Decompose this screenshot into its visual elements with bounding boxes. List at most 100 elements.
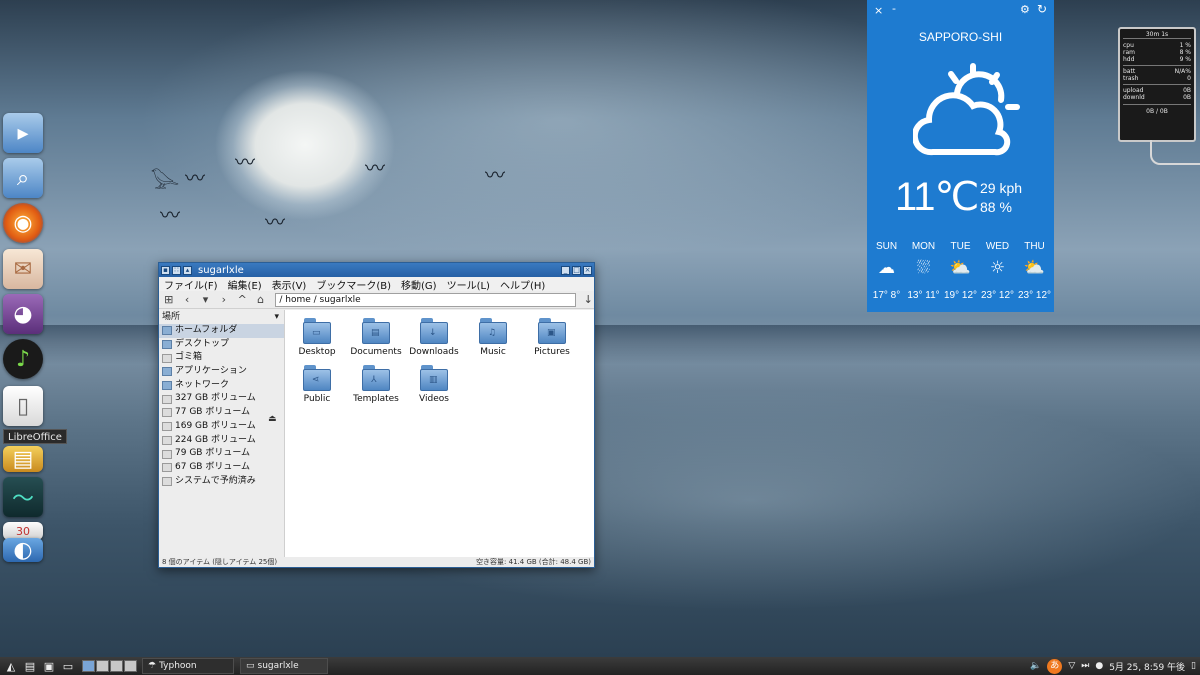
window-shade-icon[interactable]: ▴	[183, 265, 192, 275]
firefox-dock-icon[interactable]: ◉	[3, 203, 43, 243]
sidebar-item-trash[interactable]: ゴミ箱	[159, 351, 284, 365]
office-apps-dock-icon[interactable]: ▤	[3, 446, 43, 472]
drive-icon	[162, 476, 172, 486]
files-dock-icon[interactable]: ▸	[3, 113, 43, 153]
folder-music-icon: ♫	[479, 318, 507, 344]
sidebar-item-volume[interactable]: 77 GB ボリューム	[159, 406, 284, 420]
window-list-icon[interactable]: ▯	[1191, 661, 1196, 671]
mail-dock-icon[interactable]: ✉	[3, 249, 43, 289]
uptime: 30m 1s	[1123, 31, 1191, 39]
file-view: ▭ Desktop ▤ Documents ↓ Downloads ♫ Musi…	[285, 310, 594, 557]
installer-dock-icon[interactable]: ◐	[3, 538, 43, 563]
status-free-space: 空き容量: 41.4 GB (合計: 48.4 GB)	[476, 558, 591, 566]
sidebar-header[interactable]: 場所 ▾	[159, 310, 284, 324]
sidebar-item-volume[interactable]: 224 GB ボリューム	[159, 434, 284, 448]
menu-file[interactable]: ファイル(F)	[164, 277, 218, 292]
music-player-dock-icon[interactable]: ♪	[3, 339, 43, 379]
desktop-pager-3[interactable]	[110, 660, 123, 672]
close-icon[interactable]: ×	[583, 265, 592, 275]
menu-go[interactable]: 移動(G)	[401, 277, 437, 292]
home-icon[interactable]: ⌂	[255, 293, 266, 306]
stat-row: ram 8 %	[1123, 49, 1191, 56]
maximize-icon[interactable]: □	[572, 265, 581, 275]
folder-item[interactable]: ↓ Downloads	[406, 318, 462, 357]
folder-item[interactable]: ▭ Desktop	[289, 318, 345, 357]
window-titlebar[interactable]: ▪ ∷ ▴ sugarlxle _ □ ×	[159, 263, 594, 277]
desktop-pager-4[interactable]	[124, 660, 137, 672]
network-total: 0B / 0B	[1123, 104, 1191, 115]
minimize-icon[interactable]: -	[892, 2, 896, 15]
sidebar-item-home[interactable]: ホームフォルダ	[159, 324, 284, 338]
libreoffice-dock-icon[interactable]: ▯	[3, 386, 43, 426]
window-stick-icon[interactable]: ∷	[172, 265, 181, 275]
menu-bookmarks[interactable]: ブックマーク(B)	[316, 277, 391, 292]
file-manager-window: ▪ ∷ ▴ sugarlxle _ □ × ファイル(F) 編集(E) 表示(V…	[158, 262, 595, 568]
new-tab-icon[interactable]: ⊞	[163, 293, 174, 306]
folder-item[interactable]: ♫ Music	[465, 318, 521, 357]
menu-help[interactable]: ヘルプ(H)	[500, 277, 545, 292]
folder-item[interactable]: ⋖ Public	[289, 365, 345, 404]
refresh-icon[interactable]: ↻	[1037, 2, 1047, 16]
back-icon[interactable]: ‹	[181, 293, 192, 306]
system-tray: 🔈 あ ▽ ⏭ ● 5月 25, 8:59 午後 ▯	[1030, 657, 1196, 675]
folder-templates-icon: ⅄	[362, 365, 390, 391]
minimize-icon[interactable]: _	[561, 265, 570, 275]
folder-item[interactable]: ⅄ Templates	[348, 365, 404, 404]
address-bar[interactable]: / home / sugarlxle	[275, 292, 576, 307]
sidebar-item-volume[interactable]: 169 GB ボリューム	[159, 420, 284, 434]
weather-tray-icon[interactable]: ●	[1095, 661, 1103, 671]
drive-icon	[162, 449, 172, 459]
sidebar-item-network[interactable]: ネットワーク	[159, 379, 284, 393]
sidebar-dropdown-icon[interactable]: ▾	[274, 310, 279, 324]
terminal-icon[interactable]: ▣	[41, 659, 57, 673]
folder-item[interactable]: ▥ Videos	[406, 365, 462, 404]
desktop-pager-2[interactable]	[96, 660, 109, 672]
typhoon-icon: ☂	[148, 661, 157, 671]
sidebar-item-volume[interactable]: 67 GB ボリューム	[159, 461, 284, 475]
drive-icon	[162, 394, 172, 404]
taskbar-item-file-manager[interactable]: ▭ sugarlxle	[240, 658, 328, 674]
bird-silhouette: 〰	[235, 150, 255, 174]
window-menu-icon[interactable]: ▪	[161, 265, 170, 275]
input-method-icon[interactable]: あ	[1047, 658, 1063, 674]
sidebar-item-reserved[interactable]: システムで予約済み	[159, 475, 284, 489]
current-temperature: 11℃	[895, 175, 979, 219]
system-monitor-dock-icon[interactable]: 〜	[3, 477, 43, 517]
menu-view[interactable]: 表示(V)	[272, 277, 307, 292]
network-icon[interactable]: ▽	[1068, 661, 1075, 671]
forecast-day: TUE	[950, 241, 971, 252]
start-menu-icon[interactable]: ◭	[3, 659, 19, 673]
gear-icon[interactable]: ⚙	[1020, 3, 1030, 16]
stat-row: trash 0	[1123, 75, 1191, 82]
clock[interactable]: 5月 25, 8:59 午後	[1109, 660, 1185, 673]
folder-item[interactable]: ▤ Documents	[348, 318, 404, 357]
desktop-folder-icon	[162, 340, 172, 350]
history-dropdown-icon[interactable]: ▾	[200, 293, 211, 306]
sun-icon: ☼	[989, 258, 1006, 278]
search-dock-icon[interactable]: ⌕	[3, 158, 43, 198]
go-icon[interactable]: ↓	[583, 293, 594, 306]
sidebar-item-applications[interactable]: アプリケーション	[159, 365, 284, 379]
volume-icon[interactable]: 🔈	[1030, 661, 1041, 671]
close-icon[interactable]: ×	[874, 4, 883, 17]
forward-icon[interactable]: ›	[218, 293, 229, 306]
file-cabinet-icon[interactable]: ▤	[22, 659, 38, 673]
folder-downloads-icon: ↓	[420, 318, 448, 344]
taskbar-item-typhoon[interactable]: ☂ Typhoon	[142, 658, 234, 674]
bird-silhouette: 〰	[185, 166, 205, 190]
media-next-icon[interactable]: ⏭	[1081, 661, 1089, 671]
folder-item[interactable]: ▣ Pictures	[524, 318, 580, 357]
sidebar-item-desktop[interactable]: デスクトップ	[159, 338, 284, 352]
forecast-day: WED	[985, 241, 1010, 252]
up-icon[interactable]: ^	[237, 293, 248, 306]
wind-speed: 29 kph	[980, 180, 1023, 196]
sidebar-item-volume[interactable]: 327 GB ボリューム	[159, 392, 284, 406]
menu-tools[interactable]: ツール(L)	[447, 277, 490, 292]
sidebar-item-volume[interactable]: 79 GB ボリューム	[159, 447, 284, 461]
menu-edit[interactable]: 編集(E)	[228, 277, 262, 292]
pidgin-dock-icon[interactable]: ◕	[3, 294, 43, 334]
desktop-pager-1[interactable]	[82, 660, 95, 672]
forecast-range: 17° 8°	[872, 290, 901, 301]
file-manager-icon[interactable]: ▭	[60, 659, 76, 673]
eject-icon[interactable]: ⏏	[268, 414, 277, 424]
